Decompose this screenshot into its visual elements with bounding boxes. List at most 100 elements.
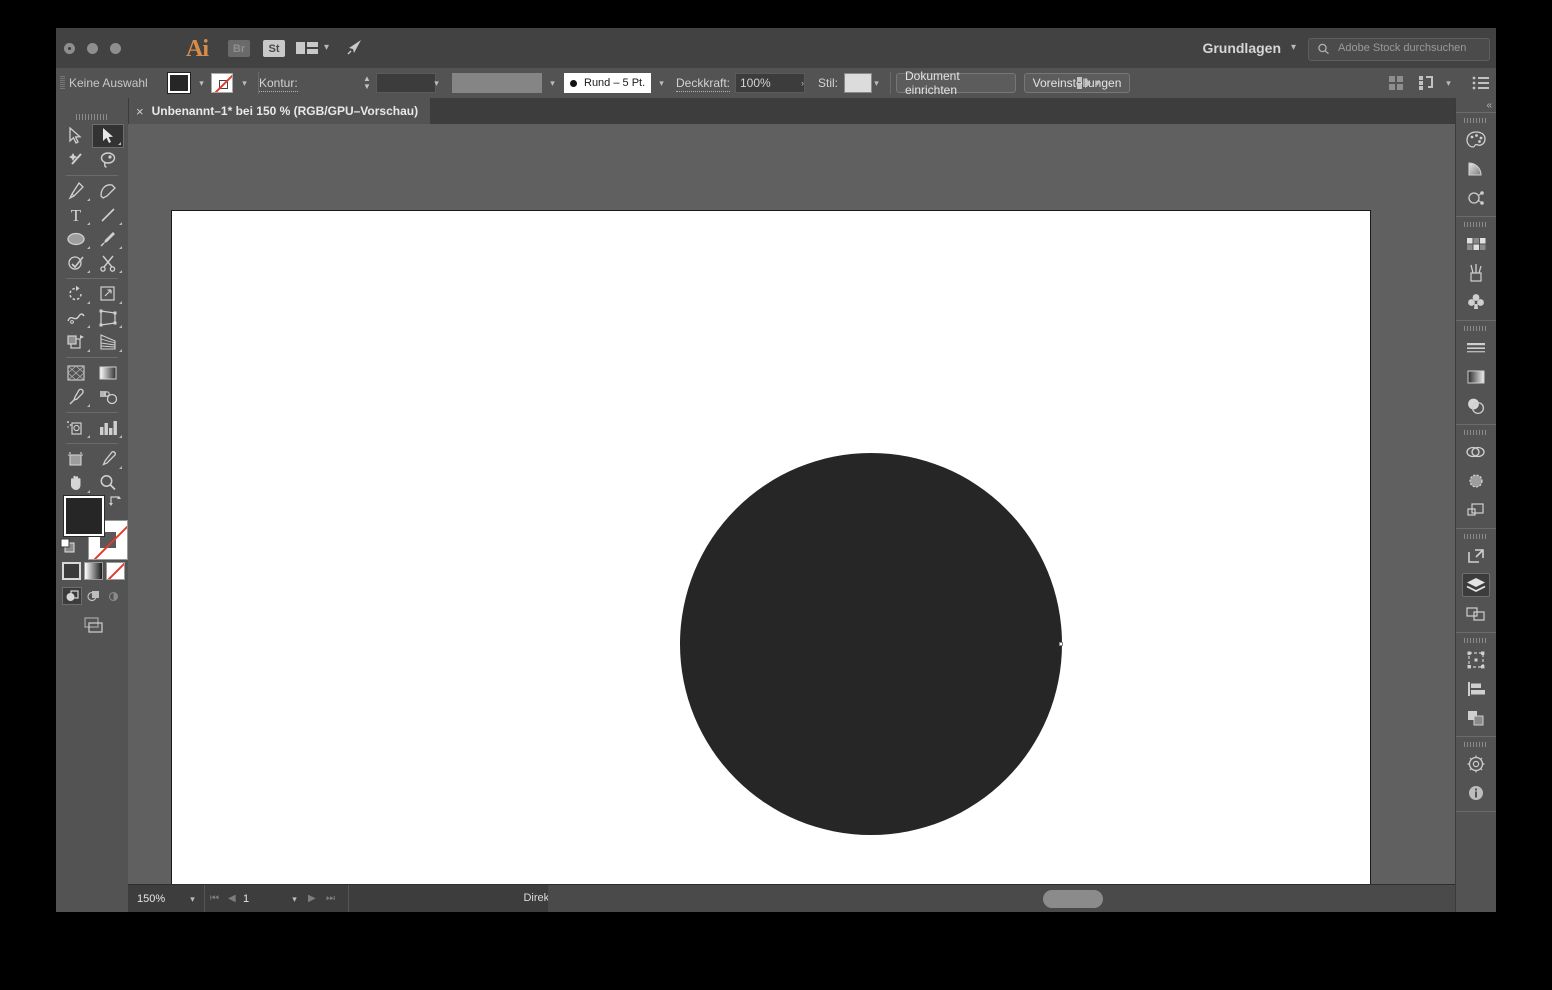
default-fill-stroke-icon[interactable] (60, 538, 76, 554)
dock-collapse-icon[interactable]: « (1486, 100, 1492, 111)
gradient-tool[interactable] (92, 361, 124, 385)
brush-definition-chevron-icon[interactable]: ▾ (653, 73, 670, 93)
slice-tool[interactable] (92, 447, 124, 471)
chevron-down-icon[interactable]: ▾ (1291, 42, 1296, 53)
arrange-chevron-icon[interactable]: ▾ (1440, 73, 1457, 93)
dock-group-grip[interactable] (1464, 638, 1488, 643)
image-trace-panel-icon[interactable] (1456, 495, 1496, 524)
transform-panel-icon[interactable] (1456, 645, 1496, 674)
close-icon[interactable]: × (136, 104, 144, 119)
stroke-color-swatch[interactable] (211, 73, 233, 93)
variable-width-profile[interactable] (452, 73, 542, 93)
control-bar-grip[interactable] (60, 76, 65, 90)
close-button[interactable] (64, 43, 75, 54)
rotate-tool[interactable] (60, 282, 92, 306)
artboards-panel-icon[interactable] (1456, 599, 1496, 628)
graphic-styles-panel-icon[interactable] (1456, 466, 1496, 495)
appearance-panel-icon[interactable] (1456, 437, 1496, 466)
navigator-panel-icon[interactable] (1456, 749, 1496, 778)
draw-normal-button[interactable] (62, 587, 82, 605)
selection-tool[interactable] (60, 124, 92, 148)
opacity-input[interactable]: 100% (740, 76, 771, 90)
dock-group-grip[interactable] (1464, 430, 1488, 435)
pen-tool[interactable] (60, 179, 92, 203)
zoom-level-chevron-icon[interactable]: ▾ (184, 889, 201, 909)
brushes-panel-icon[interactable] (1456, 258, 1496, 287)
search-input[interactable]: Adobe Stock durchsuchen (1308, 38, 1490, 61)
swap-fill-stroke-icon[interactable] (109, 494, 123, 507)
page-chevron-icon[interactable]: ▾ (286, 889, 303, 909)
align-panel-icon[interactable] (1456, 674, 1496, 703)
layers-panel-icon[interactable] (1456, 570, 1496, 599)
bridge-badge-icon[interactable]: Br (228, 40, 250, 57)
column-graph-tool[interactable] (92, 416, 124, 440)
first-page-icon[interactable]: ⏮ (210, 893, 219, 904)
anchor-point[interactable] (1059, 642, 1063, 646)
zoom-tool[interactable] (92, 471, 124, 495)
eyedropper-tool[interactable] (60, 385, 92, 409)
symbols-panel-icon[interactable] (1456, 287, 1496, 316)
shape-builder-tool[interactable] (60, 330, 92, 354)
opacity-expand-icon[interactable]: › (794, 73, 811, 93)
dock-group-grip[interactable] (1464, 326, 1488, 331)
dock-group-grip[interactable] (1464, 742, 1488, 747)
direct-selection-tool[interactable] (92, 124, 124, 148)
draw-behind-button[interactable] (83, 587, 103, 605)
stroke-weight-label[interactable]: Kontur: (259, 76, 298, 92)
brush-definition-select[interactable]: Rund – 5 Pt. (564, 73, 651, 93)
hand-tool[interactable] (60, 471, 92, 495)
canvas-area[interactable]: ▲ ▼ (128, 124, 1496, 912)
graphic-style-chevron-icon[interactable]: ▾ (868, 73, 885, 93)
mesh-tool[interactable] (60, 361, 92, 385)
dock-group-grip[interactable] (1464, 222, 1488, 227)
blend-tool[interactable] (92, 385, 124, 409)
pathfinder-panel-icon[interactable] (1456, 703, 1496, 732)
stroke-weight-input[interactable] (376, 73, 436, 93)
dock-group-grip[interactable] (1464, 118, 1488, 123)
draw-inside-button[interactable] (104, 587, 124, 605)
rocket-icon[interactable] (345, 39, 363, 57)
none-swatch-button[interactable] (106, 562, 125, 580)
line-segment-tool[interactable] (92, 203, 124, 227)
color-panel-icon[interactable] (1456, 125, 1496, 154)
align-grid-icon[interactable] (1388, 75, 1406, 91)
minimize-button[interactable] (87, 43, 98, 54)
artboard-tool[interactable] (60, 447, 92, 471)
color-swatch-button[interactable] (62, 562, 81, 580)
stroke-weight-chevron-icon[interactable]: ▾ (428, 73, 445, 93)
stroke-weight-stepper[interactable]: ▲ ▼ (360, 73, 374, 93)
perspective-grid-tool[interactable] (92, 330, 124, 354)
document-info-panel-icon[interactable] (1456, 778, 1496, 807)
document-setup-button[interactable]: Dokument einrichten (896, 69, 1016, 97)
scale-tool[interactable] (92, 282, 124, 306)
fill-dropdown-chevron-icon[interactable]: ▾ (193, 73, 210, 93)
asset-export-panel-icon[interactable] (1456, 541, 1496, 570)
stock-badge-icon[interactable]: St (263, 40, 285, 57)
list-icon[interactable] (1472, 75, 1490, 91)
fill-color-box[interactable] (64, 496, 104, 536)
color-guide-icon[interactable] (1456, 154, 1496, 183)
horizontal-scrollbar[interactable]: › (548, 885, 1496, 912)
document-tab[interactable]: × Unbenannt–1* bei 150 % (RGB/GPU–Vorsch… (128, 98, 431, 124)
tools-panel-grip[interactable] (76, 114, 108, 120)
shaper-tool[interactable] (60, 251, 92, 275)
paintbrush-tool[interactable] (92, 227, 124, 251)
opacity-label[interactable]: Deckkraft: (676, 76, 731, 92)
color-themes-icon[interactable] (1456, 183, 1496, 212)
dock-group-grip[interactable] (1464, 534, 1488, 539)
chevron-down-icon[interactable]: ▾ (324, 42, 329, 53)
last-page-icon[interactable]: ⏭ (326, 893, 335, 904)
lasso-tool[interactable] (92, 148, 124, 172)
ellipse-tool[interactable] (60, 227, 92, 251)
next-page-icon[interactable]: ▶ (308, 893, 316, 904)
ellipse-shape[interactable] (680, 453, 1062, 835)
curvature-tool[interactable] (92, 179, 124, 203)
type-tool[interactable]: T (60, 203, 92, 227)
stroke-dropdown-chevron-icon[interactable]: ▾ (236, 73, 253, 93)
gradient-swatch-button[interactable] (84, 562, 103, 580)
transparency-panel-icon[interactable] (1456, 391, 1496, 420)
scissors-tool[interactable] (92, 251, 124, 275)
arrange-documents-icon[interactable] (296, 40, 320, 56)
symbol-sprayer-tool[interactable] (60, 416, 92, 440)
artboard[interactable] (171, 210, 1371, 885)
